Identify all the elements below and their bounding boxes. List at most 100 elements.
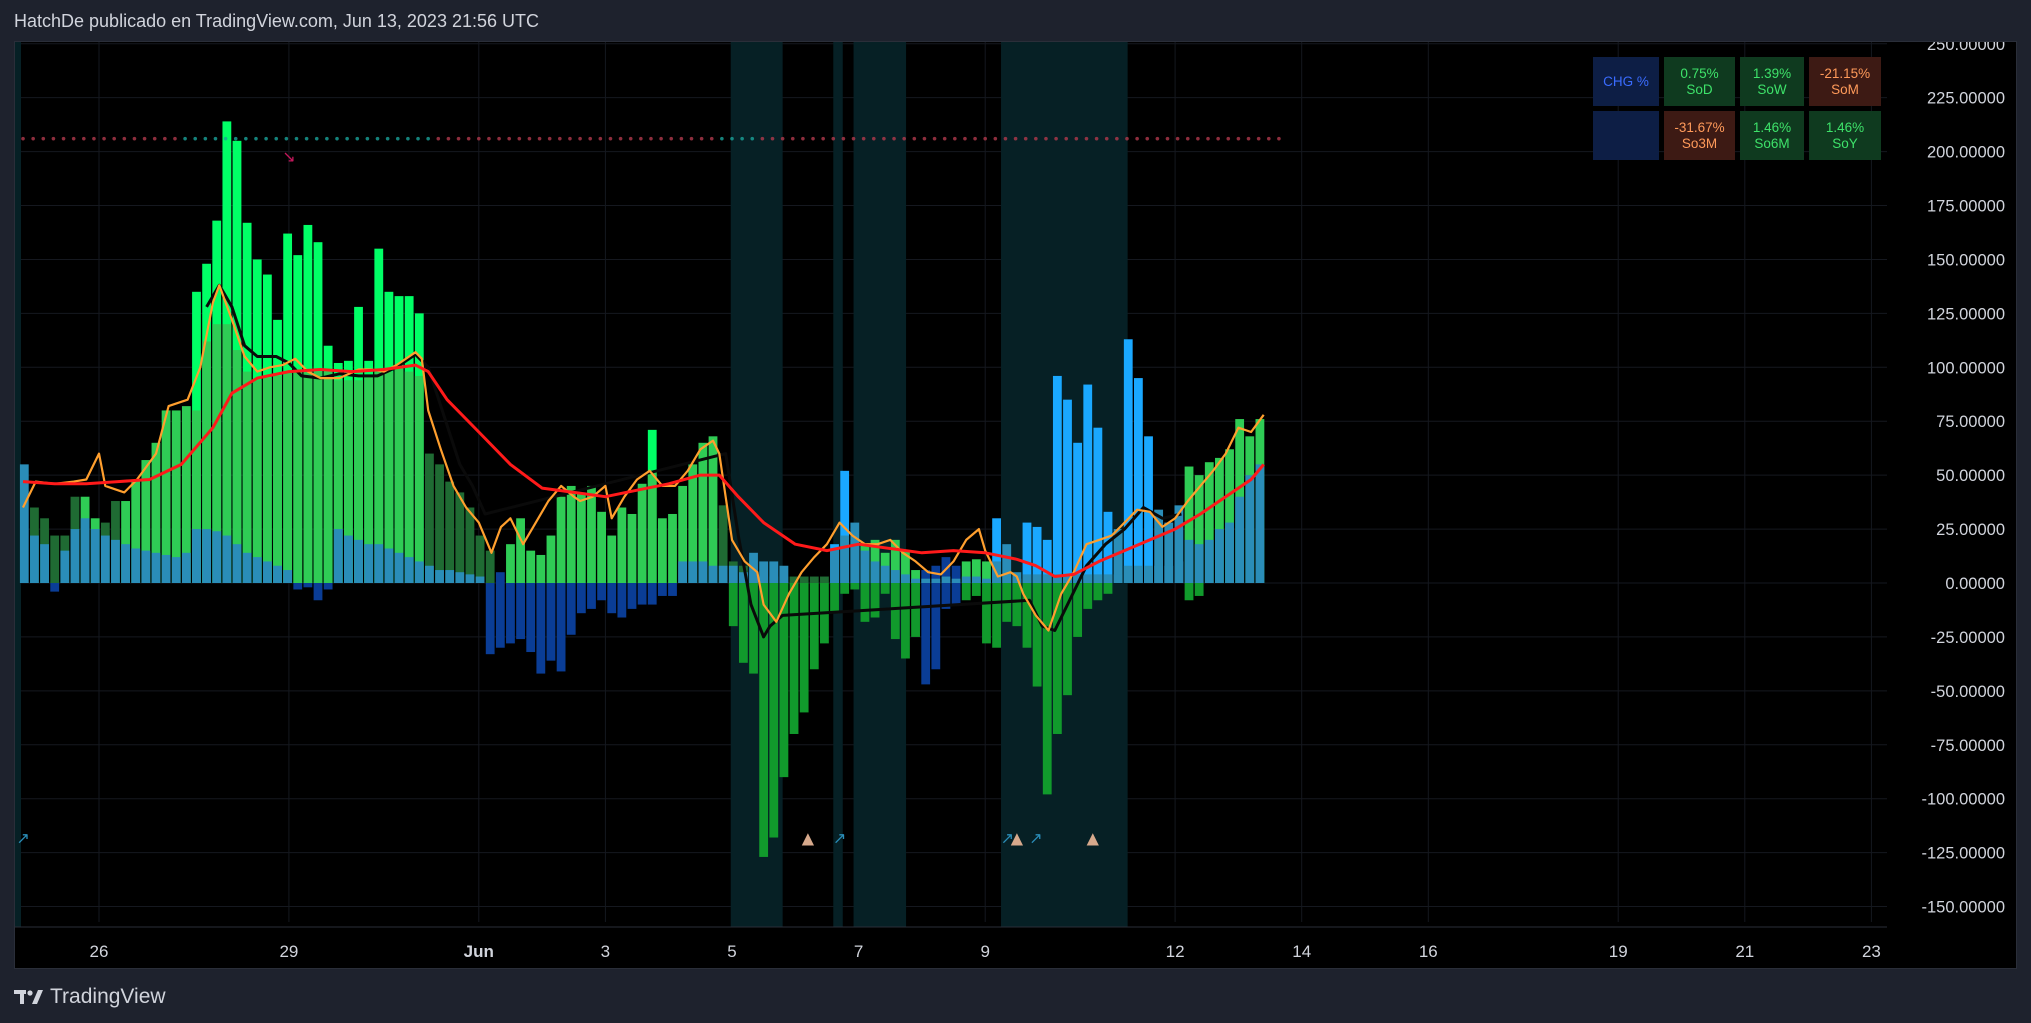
signal-marker: ▲ — [1087, 829, 1100, 848]
chart-canvas[interactable]: ↗↘▲ ↗ ↗▲ ↗ ▲ 250.00000225.00000200.00000175.… — [15, 42, 2017, 969]
dot-marker — [41, 136, 46, 141]
dot-marker — [1206, 136, 1210, 141]
histogram-bar-base — [1215, 529, 1224, 583]
dot-marker — [811, 136, 815, 141]
table-cell-so6m: 1.46% So6M — [1740, 111, 1804, 160]
histogram-bar-base — [1022, 574, 1032, 583]
histogram-bar — [506, 544, 515, 583]
x-axis: 26 29 Jun 3 5 7 9 12 14 16 19 21 23 — [15, 926, 2016, 968]
dot-marker — [487, 136, 491, 141]
histogram-bar — [516, 518, 525, 583]
dot-marker — [274, 136, 279, 141]
histogram-bar — [556, 496, 566, 583]
histogram-bar-base — [880, 565, 890, 583]
histogram-bar-negative — [911, 583, 920, 637]
histogram-bar-base — [1164, 565, 1174, 583]
histogram-bar-inner — [313, 371, 323, 583]
histogram-bar-base — [192, 529, 201, 583]
histogram-bar-negative — [597, 583, 607, 601]
x-tick-label: 5 — [727, 942, 736, 961]
histogram-bar-negative — [759, 583, 769, 857]
dot-marker — [152, 136, 157, 141]
signal-marker: ↗ — [833, 829, 846, 848]
histogram-bar-negative — [982, 583, 991, 644]
histogram-bar-negative — [536, 583, 546, 674]
dot-marker — [1023, 136, 1028, 141]
dot-marker — [942, 136, 947, 141]
dot-marker — [284, 136, 289, 141]
dot-marker — [1135, 136, 1139, 141]
histogram-bar-base — [1032, 574, 1042, 583]
histogram-bar-negative — [1083, 583, 1093, 609]
histogram-bar-base — [769, 561, 779, 583]
histogram-bar-negative — [546, 583, 556, 661]
histogram-bar-negative — [587, 583, 596, 609]
dot-marker — [780, 136, 785, 141]
dot-marker — [689, 136, 694, 141]
histogram-bar-base — [435, 570, 444, 583]
table-header-label: CHG % — [1603, 73, 1649, 89]
histogram-bar-negative — [617, 583, 627, 618]
chart-panel[interactable]: ↗ ↘ ▲ ↗ ↗ ▲ ↗ ▲ 250.00000 225.00000 200.00000 175.… — [14, 41, 2017, 969]
dot-marker — [355, 136, 360, 141]
histogram-bar-negative — [890, 583, 900, 640]
x-tick-label: 16 — [1419, 942, 1438, 961]
histogram-bar-inner — [262, 378, 272, 583]
dot-marker — [477, 136, 481, 141]
histogram-bar-base — [445, 570, 455, 583]
histogram-bar — [435, 464, 444, 583]
histogram-bar-base — [779, 565, 789, 583]
histogram-bar-inner — [404, 371, 414, 583]
dot-marker — [142, 136, 147, 141]
histogram-bar-base — [354, 539, 363, 583]
dot-marker — [588, 136, 593, 141]
histogram-bar-base — [860, 550, 870, 583]
y-axis-bg — [1887, 42, 2016, 968]
dot-marker — [1196, 136, 1200, 141]
publish-header: HatchDe publicado en TradingView.com, Ju… — [14, 11, 539, 31]
histogram-bar-base — [890, 570, 900, 583]
dot-marker — [902, 136, 906, 141]
histogram-bar-base — [1184, 539, 1194, 583]
histogram-bar-base — [688, 561, 698, 583]
histogram-bar-negative — [728, 583, 738, 627]
y-tick-label: 0.00000 — [1945, 575, 2005, 593]
histogram-bar-inner — [242, 371, 252, 583]
y-tick-label: 125.00000 — [1927, 305, 2005, 323]
histogram-bar-negative — [830, 583, 839, 614]
histogram-bar — [475, 535, 485, 583]
histogram-bar-base — [961, 576, 971, 583]
histogram-bar-base — [273, 565, 282, 583]
histogram-bar — [1133, 378, 1143, 583]
dot-marker — [1013, 136, 1018, 141]
histogram-bar-inner — [273, 375, 282, 583]
histogram-bar — [576, 492, 586, 583]
histogram-bar-base — [40, 544, 49, 583]
signal-marker: ↘ — [282, 147, 295, 166]
dot-marker — [112, 136, 116, 141]
dot-marker — [436, 136, 441, 141]
histogram-bar-base — [414, 561, 424, 583]
dot-marker — [335, 136, 339, 141]
dot-marker — [1145, 136, 1150, 141]
y-tick-label: 200.00000 — [1927, 144, 2005, 162]
dot-marker — [963, 136, 967, 141]
stat-label: SoD — [1686, 81, 1713, 97]
histogram-bar-base — [1093, 574, 1103, 583]
dot-marker — [1125, 136, 1129, 141]
histogram-bar-negative — [961, 583, 971, 601]
histogram-bar-base — [181, 552, 191, 583]
dot-marker — [456, 136, 461, 141]
dot-marker — [740, 136, 744, 141]
histogram-bar — [566, 485, 576, 583]
histogram-bar-negative — [1032, 583, 1042, 687]
histogram-bar — [536, 554, 546, 583]
histogram-bar-base — [333, 529, 343, 583]
dot-marker — [598, 136, 603, 141]
dot-marker — [851, 136, 856, 141]
histogram-bar-negative — [901, 583, 910, 659]
histogram-bar-base — [394, 552, 404, 583]
y-tick-label: 75.00000 — [1936, 413, 2005, 431]
y-tick-label: -50.00000 — [1931, 683, 2005, 701]
footer-brand[interactable]: TradingView — [14, 985, 166, 1009]
